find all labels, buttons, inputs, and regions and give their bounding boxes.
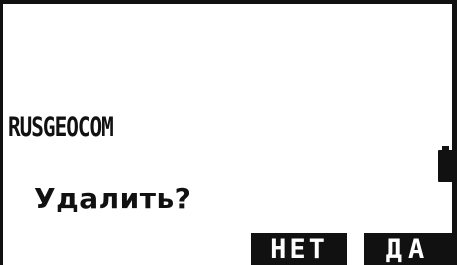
screen-border-left (0, 0, 3, 265)
yes-button-label: ДА (385, 234, 431, 265)
yes-button[interactable]: ДА (364, 233, 452, 265)
lcd-screen: RUSGEOCOM Удалить? НЕТ ДА (0, 0, 457, 265)
file-name: RUSGEOCOM (8, 112, 114, 142)
no-button[interactable]: НЕТ (251, 233, 347, 265)
screen-border-right (452, 0, 457, 265)
no-button-label: НЕТ (270, 234, 328, 265)
delete-prompt: Удалить? (34, 182, 192, 215)
battery-icon (438, 146, 453, 182)
screen-border-top (0, 0, 457, 4)
